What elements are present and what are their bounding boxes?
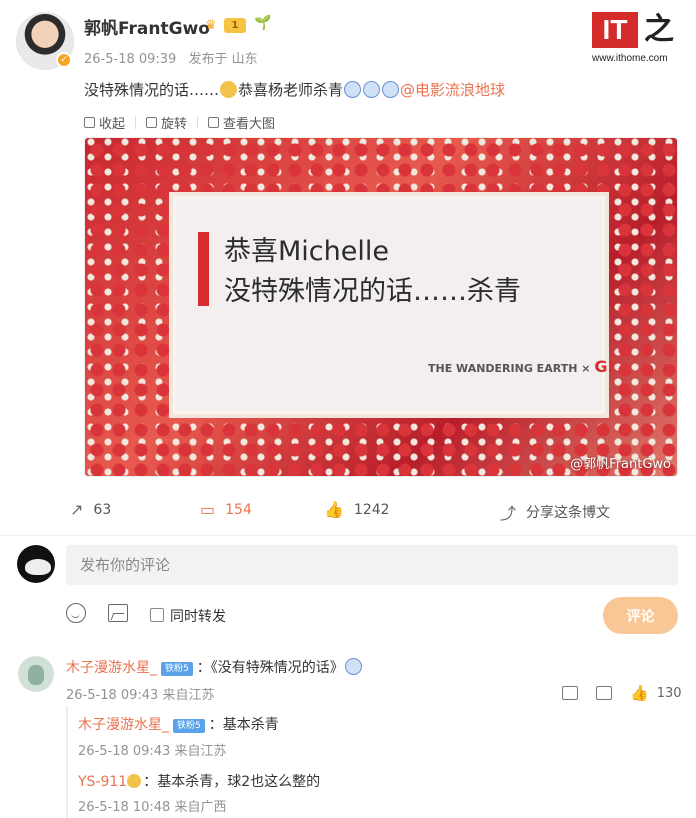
post-text-middle: 恭喜杨老师杀青 bbox=[238, 81, 344, 99]
share-label: 分享这条博文 bbox=[526, 505, 611, 521]
image-upload-icon[interactable] bbox=[108, 604, 128, 622]
reply-user[interactable]: 木子漫游水星_ bbox=[78, 717, 169, 733]
reply-text: ：基本杀青，球2也这么整的 bbox=[143, 774, 321, 790]
view-large-icon bbox=[208, 117, 220, 128]
crown-icon: ♛ bbox=[205, 18, 217, 33]
post-text-before: 没特殊情况的话…… bbox=[84, 81, 220, 99]
fan-badge: 铁粉5 bbox=[161, 662, 193, 676]
cake-red-bar bbox=[198, 232, 209, 306]
fan-badge: 铁粉5 bbox=[173, 719, 205, 733]
cake-text-line1: 恭喜Michelle bbox=[224, 236, 389, 267]
rotate-icon bbox=[146, 117, 158, 128]
repost-checkbox[interactable] bbox=[150, 608, 164, 622]
emoji-picker-icon[interactable] bbox=[66, 603, 86, 623]
reply-meta: 26-5-18 10:48 来自广西 bbox=[78, 800, 227, 815]
verified-badge-icon: ✓ bbox=[56, 52, 72, 68]
comment-actions: 👍 130 bbox=[562, 684, 682, 702]
sweat-emoji-icon bbox=[127, 774, 142, 788]
comment-like-icon[interactable]: 👍 bbox=[630, 684, 649, 702]
vip-level-badge[interactable]: 1 bbox=[224, 18, 246, 33]
reply-text-line: YS-911 ：基本杀青，球2也这么整的 bbox=[78, 771, 320, 791]
cake-brand-x: × bbox=[581, 362, 591, 375]
toolbar-divider bbox=[197, 116, 199, 129]
cake-brand-g: G! bbox=[594, 357, 615, 376]
post-text: 没特殊情况的话…… 恭喜杨老师杀青 @电影流浪地球 bbox=[84, 79, 505, 100]
rotate-label: 旋转 bbox=[161, 117, 188, 132]
repost-button[interactable]: ↗ 63 bbox=[70, 500, 111, 519]
current-user-avatar[interactable] bbox=[17, 545, 55, 583]
comment-icon: ▭ bbox=[200, 500, 216, 519]
commenter-avatar[interactable] bbox=[18, 656, 54, 692]
share-icon: ⤴ bbox=[500, 504, 517, 523]
dog-emoji-icon bbox=[220, 81, 238, 98]
cry-emoji-icon bbox=[363, 81, 381, 98]
mention-link[interactable]: @电影流浪地球 bbox=[400, 81, 505, 99]
collapse-icon bbox=[84, 117, 95, 128]
post-actions: ↗ 63 ▭ 154 👍 1242 ⤴ 分享这条博文 bbox=[0, 496, 696, 526]
repost-label: 同时转发 bbox=[170, 609, 226, 625]
comment-input[interactable] bbox=[66, 545, 678, 585]
comment-count: 154 bbox=[225, 501, 252, 518]
comment-button[interactable]: ▭ 154 bbox=[200, 500, 252, 519]
post-location: 发布于 山东 bbox=[188, 52, 258, 67]
repost-icon: ↗ bbox=[70, 500, 84, 519]
comment-reply-icon[interactable] bbox=[596, 686, 612, 700]
thumb-up-icon: 👍 bbox=[324, 500, 344, 519]
cry-emoji-icon bbox=[344, 81, 362, 98]
ithome-logo: IT 之 bbox=[592, 12, 682, 52]
post-timestamp[interactable]: 26-5-18 09:39 bbox=[84, 52, 176, 67]
comment-share-icon[interactable] bbox=[562, 686, 578, 700]
image-toolbar: 收起 旋转 查看大图 bbox=[84, 113, 275, 132]
logo-char: 之 bbox=[644, 12, 674, 47]
commenter-name[interactable]: 木子漫游水星_ bbox=[66, 660, 157, 676]
post-image[interactable]: 恭喜Michelle 没特殊情况的话……杀青 THE WANDERING EAR… bbox=[84, 137, 678, 477]
logo-url: www.ithome.com bbox=[592, 53, 668, 64]
reply-text: ：基本杀青 bbox=[208, 717, 279, 733]
comment-meta: 26-5-18 09:43 来自江苏 bbox=[66, 688, 215, 703]
cake-panel: 恭喜Michelle 没特殊情况的话……杀青 THE WANDERING EAR… bbox=[173, 196, 615, 414]
submit-comment-button[interactable]: 评论 bbox=[603, 597, 678, 634]
reply-text-line: 木子漫游水星_ 铁粉5 ：基本杀青 bbox=[78, 714, 279, 734]
reply-user[interactable]: YS-911 bbox=[78, 774, 127, 790]
comment-like-count: 130 bbox=[656, 685, 682, 701]
share-button[interactable]: ⤴ 分享这条博文 bbox=[500, 500, 610, 524]
collapse-label: 收起 bbox=[99, 117, 126, 132]
repost-count: 63 bbox=[93, 501, 112, 518]
section-divider bbox=[0, 535, 696, 536]
cake-brand-text: THE WANDERING EARTH bbox=[428, 362, 578, 375]
logo-it: IT bbox=[592, 12, 638, 48]
cake-text-line2: 没特殊情况的话……杀青 bbox=[224, 276, 521, 307]
sprout-icon: 🌱 bbox=[254, 15, 272, 31]
collapse-button[interactable]: 收起 bbox=[84, 113, 125, 132]
cake-brand: THE WANDERING EARTH × G! bbox=[428, 357, 615, 376]
rotate-button[interactable]: 旋转 bbox=[146, 113, 187, 132]
reply-meta: 26-5-18 09:43 来自江苏 bbox=[78, 744, 227, 759]
view-large-button[interactable]: 查看大图 bbox=[208, 113, 275, 132]
comment-text-line: 木子漫游水星_ 铁粉5 ：《没有特殊情况的话》 bbox=[66, 657, 363, 677]
cry-emoji-icon bbox=[382, 81, 400, 98]
reply-thread: 木子漫游水星_ 铁粉5 ：基本杀青 26-5-18 09:43 来自江苏 YS-91… bbox=[66, 706, 678, 818]
cry-emoji-icon bbox=[344, 658, 362, 675]
like-count: 1242 bbox=[353, 501, 390, 518]
image-watermark: @郭帆FrantGwo bbox=[570, 457, 671, 472]
author-name[interactable]: 郭帆FrantGwo bbox=[84, 14, 210, 39]
post-meta: 26-5-18 09:39 发布于 山东 bbox=[84, 48, 258, 67]
like-button[interactable]: 👍 1242 bbox=[324, 500, 390, 519]
toolbar-divider bbox=[135, 116, 137, 129]
comment-text: ：《没有特殊情况的话》 bbox=[196, 660, 344, 676]
view-large-label: 查看大图 bbox=[223, 117, 276, 132]
